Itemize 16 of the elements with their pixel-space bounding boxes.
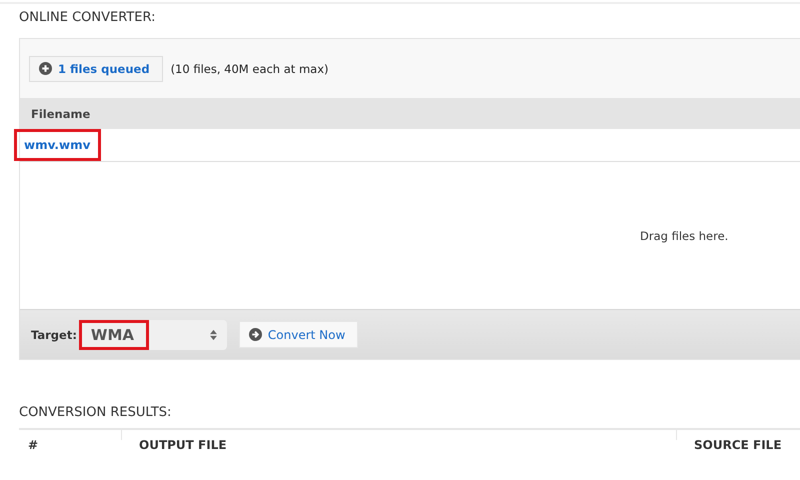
limit-note: (10 files, 40M each at max) (170, 62, 329, 76)
column-header: SOURCE FILE (694, 438, 782, 452)
column-header: OUTPUT FILE (139, 438, 227, 452)
updown-arrows-icon (210, 328, 217, 340)
plus-circle-icon (39, 62, 52, 75)
queue-button[interactable]: 1 files queued (29, 56, 163, 82)
column-header: Filename (31, 106, 90, 120)
drop-hint: Drag files here. (640, 228, 728, 242)
column-header: # (28, 438, 38, 452)
section-title: CONVERSION RESULTS: (19, 404, 172, 422)
target-label: Target: (31, 328, 77, 342)
file-link[interactable]: wmv.wmv (14, 129, 102, 161)
section-title: ONLINE CONVERTER: (19, 9, 156, 27)
arrow-circle-icon (248, 328, 262, 341)
target-select[interactable]: WMA (78, 320, 227, 350)
convert-button[interactable]: Convert Now (238, 321, 358, 348)
